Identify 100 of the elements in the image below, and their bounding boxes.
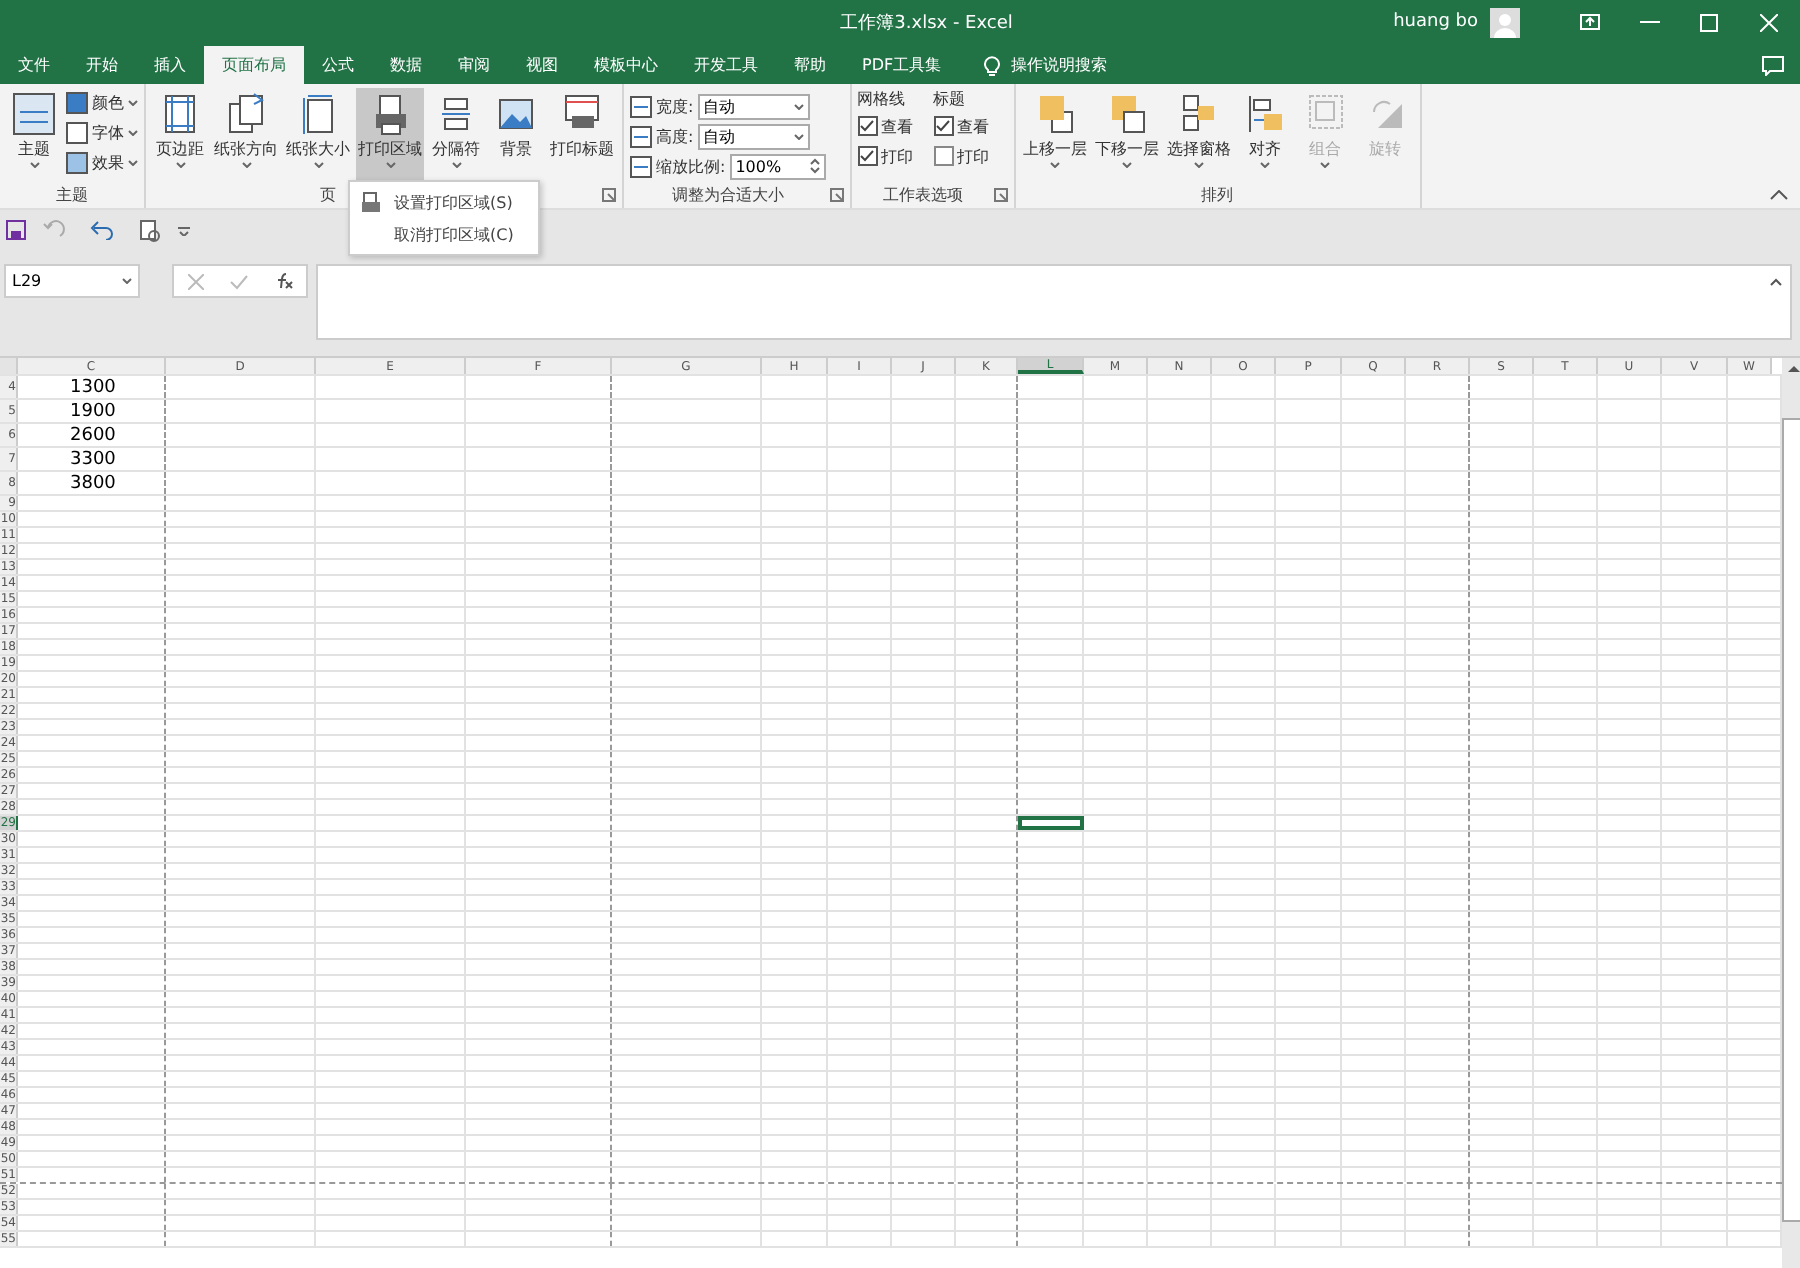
ribbon-button[interactable]: 上移一层 bbox=[1021, 88, 1090, 184]
cell-value: 1300 bbox=[70, 377, 116, 397]
caret-icon bbox=[1194, 162, 1205, 168]
checkbox[interactable]: 查看 bbox=[933, 112, 990, 140]
customize-caret-icon[interactable] bbox=[178, 224, 190, 236]
ribbon-tab[interactable]: 模板中心 bbox=[576, 46, 676, 84]
print-preview-icon[interactable] bbox=[138, 219, 162, 241]
ribbon-button[interactable]: 打印区域 bbox=[356, 88, 424, 184]
swatch-icon bbox=[66, 91, 88, 113]
ribbon-tab[interactable]: 页面布局 bbox=[204, 46, 304, 84]
dialog-launcher-icon[interactable] bbox=[993, 188, 1008, 202]
ribbon-button[interactable]: 打印标题 bbox=[548, 88, 616, 184]
ribbon-tab[interactable]: 开始 bbox=[68, 46, 136, 84]
group-label: 工作表选项 bbox=[883, 184, 964, 208]
cell-value: 1900 bbox=[70, 401, 116, 421]
backward-icon bbox=[1107, 92, 1148, 136]
size-icon bbox=[298, 92, 338, 136]
group-label: 页 bbox=[320, 184, 336, 208]
group-label: 排列 bbox=[1201, 184, 1234, 208]
caret-icon bbox=[175, 162, 185, 168]
theme-option-button[interactable]: 字体 bbox=[66, 118, 138, 146]
spin-field[interactable]: 100% bbox=[729, 153, 826, 179]
tell-me-search[interactable]: 操作说明搜索 bbox=[1011, 54, 1108, 76]
ribbon-tab[interactable]: 插入 bbox=[136, 46, 204, 84]
field-label: 缩放比例: bbox=[656, 155, 726, 177]
swatch-icon bbox=[66, 121, 88, 143]
scale-icon bbox=[630, 155, 652, 177]
cell-value: 2600 bbox=[70, 425, 116, 445]
swatch-icon bbox=[66, 151, 88, 173]
ribbon-button[interactable]: 对齐 bbox=[1237, 88, 1294, 184]
checkmark-icon bbox=[936, 120, 951, 132]
theme-option-button[interactable]: 效果 bbox=[66, 148, 138, 176]
theme-icon bbox=[12, 92, 56, 136]
ribbon-tab[interactable]: 数据 bbox=[372, 46, 440, 84]
ribbon-display-icon[interactable] bbox=[1579, 14, 1600, 30]
name-box[interactable]: L29 bbox=[4, 264, 140, 298]
close-icon[interactable] bbox=[1760, 13, 1779, 31]
scale-icon bbox=[630, 95, 652, 117]
checkbox[interactable]: 查看 bbox=[857, 112, 914, 140]
expand-icon[interactable] bbox=[1770, 278, 1782, 286]
option-heading: 标题 bbox=[933, 88, 968, 110]
ribbon-button[interactable]: 纸张方向 bbox=[212, 88, 280, 184]
avatar-icon[interactable] bbox=[1489, 7, 1520, 37]
ribbon-button[interactable]: 分隔符 bbox=[428, 88, 484, 184]
caret-icon bbox=[29, 162, 39, 168]
ribbon-tab[interactable]: 开发工具 bbox=[676, 46, 776, 84]
caret-icon bbox=[128, 99, 138, 105]
option-heading: 网格线 bbox=[857, 88, 908, 110]
formula-input-field[interactable] bbox=[316, 264, 1792, 340]
caret-icon bbox=[313, 162, 323, 168]
checkbox[interactable]: 打印 bbox=[933, 142, 990, 170]
ribbon-tab[interactable]: 帮助 bbox=[776, 46, 844, 84]
margins-icon bbox=[160, 92, 200, 136]
caret-icon bbox=[451, 162, 461, 168]
window-title: 工作簿3.xlsx - Excel bbox=[838, 11, 1013, 35]
cell-value: 3300 bbox=[70, 449, 116, 469]
caret-icon bbox=[793, 133, 804, 139]
dropdown-field[interactable]: 自动 bbox=[697, 93, 810, 119]
ribbon-button[interactable]: 下移一层 bbox=[1093, 88, 1162, 184]
menu-item[interactable]: 取消打印区域(C) bbox=[350, 218, 538, 250]
caret-icon bbox=[241, 162, 251, 168]
ribbon-tab[interactable]: 审阅 bbox=[440, 46, 508, 84]
save-icon[interactable] bbox=[6, 220, 26, 240]
dropdown-field[interactable]: 自动 bbox=[697, 123, 810, 149]
comment-icon[interactable] bbox=[1762, 56, 1784, 76]
maximize-icon[interactable] bbox=[1700, 13, 1719, 31]
theme-option-button[interactable]: 颜色 bbox=[66, 88, 138, 116]
cell-value: 3800 bbox=[70, 473, 116, 493]
lightbulb-icon bbox=[983, 54, 1000, 76]
ribbon-tab[interactable]: 公式 bbox=[304, 46, 372, 84]
printarea-icon bbox=[370, 92, 410, 136]
menu-item[interactable]: 设置打印区域(S) bbox=[350, 186, 538, 218]
dialog-launcher-icon[interactable] bbox=[829, 188, 844, 202]
orientation-icon bbox=[226, 92, 266, 136]
active-cell[interactable] bbox=[1018, 816, 1084, 830]
ribbon-button[interactable]: 选择窗格 bbox=[1165, 88, 1234, 184]
theme-button[interactable]: 主题 bbox=[6, 88, 62, 184]
group-label: 主题 bbox=[56, 184, 88, 208]
minimize-icon[interactable] bbox=[1639, 20, 1660, 24]
caret-icon bbox=[128, 159, 138, 165]
breaks-icon bbox=[436, 92, 476, 136]
field-label: 宽度: bbox=[656, 95, 694, 117]
align-icon bbox=[1245, 92, 1286, 136]
ribbon-button[interactable]: 纸张大小 bbox=[284, 88, 352, 184]
ribbon-tab[interactable]: PDF工具集 bbox=[844, 46, 960, 84]
dialog-launcher-icon[interactable] bbox=[602, 188, 616, 202]
collapse-ribbon-icon[interactable] bbox=[1770, 190, 1788, 200]
scale-icon bbox=[630, 125, 652, 147]
scroll-up-icon[interactable] bbox=[1786, 362, 1800, 374]
caret-icon bbox=[122, 278, 132, 284]
group-label: 调整为合适大小 bbox=[671, 184, 784, 208]
ribbon-button[interactable]: 页边距 bbox=[152, 88, 208, 184]
caret-icon bbox=[1050, 162, 1061, 168]
user-name: huang bo bbox=[1393, 12, 1478, 32]
checkbox[interactable]: 打印 bbox=[857, 142, 914, 170]
caret-icon bbox=[793, 103, 804, 109]
ribbon-tab[interactable]: 视图 bbox=[508, 46, 576, 84]
ribbon-tab[interactable]: 文件 bbox=[0, 46, 68, 84]
insert-function-icon[interactable] bbox=[273, 272, 293, 290]
caret-icon bbox=[128, 129, 138, 135]
